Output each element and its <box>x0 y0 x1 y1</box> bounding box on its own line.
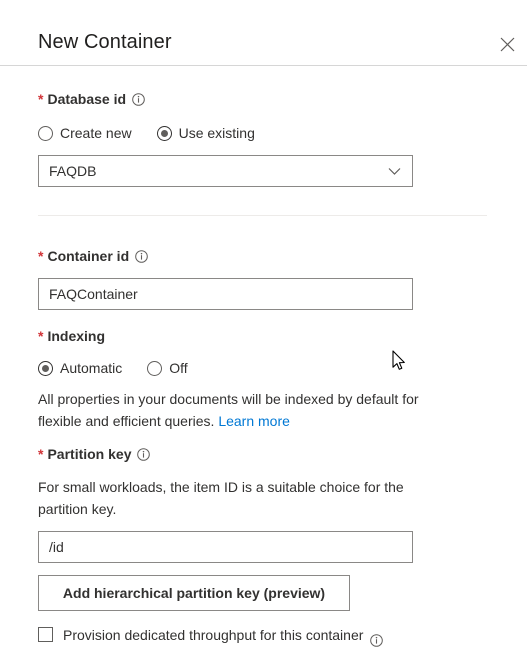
indexing-description-line2: flexible and efficient queries. <box>38 413 215 429</box>
container-id-input[interactable] <box>38 278 413 310</box>
info-circle-icon[interactable] <box>370 634 384 647</box>
info-circle-icon[interactable] <box>137 447 151 461</box>
radio-mark-automatic <box>38 360 53 376</box>
close-button[interactable] <box>492 29 522 59</box>
new-container-panel: New Container * Database id Create new U… <box>0 0 527 657</box>
panel-body: * Database id Create new Use existing FA… <box>0 66 527 657</box>
info-circle-icon[interactable] <box>132 92 145 106</box>
radio-label-automatic: Automatic <box>60 360 123 376</box>
container-id-label: * Container id <box>38 246 148 266</box>
radio-indexing-off[interactable]: Off <box>147 358 188 378</box>
partition-key-description-line1: For small workloads, the item ID is a su… <box>38 479 404 495</box>
radio-mark-use-existing <box>156 125 172 141</box>
indexing-label-text: Indexing <box>47 328 106 344</box>
indexing-description: All properties in your documents will be… <box>38 388 478 432</box>
section-divider <box>38 215 487 216</box>
required-asterisk: * <box>38 328 44 344</box>
partition-key-label-text: Partition key <box>47 446 132 462</box>
provision-throughput-row: Provision dedicated throughput for this … <box>38 625 384 647</box>
database-mode-radio-group: Create new Use existing <box>38 123 255 143</box>
radio-create-new[interactable]: Create new <box>38 123 132 143</box>
required-asterisk: * <box>38 248 44 264</box>
panel-header: New Container <box>0 0 527 66</box>
page-title: New Container <box>38 31 172 53</box>
partition-key-input[interactable] <box>38 531 413 563</box>
radio-indexing-automatic[interactable]: Automatic <box>38 358 122 378</box>
indexing-description-line1: All properties in your documents will be… <box>38 391 419 407</box>
indexing-radio-group: Automatic Off <box>38 358 188 378</box>
provision-throughput-label[interactable]: Provision dedicated throughput for this … <box>63 625 363 645</box>
provision-throughput-checkbox[interactable] <box>38 627 53 642</box>
indexing-label: * Indexing <box>38 326 105 346</box>
chevron-down-icon <box>388 167 412 176</box>
radio-label-create-new: Create new <box>60 125 132 141</box>
required-asterisk: * <box>38 91 44 107</box>
radio-mark-create-new <box>38 125 53 141</box>
radio-label-off: Off <box>169 360 188 376</box>
database-id-select[interactable]: FAQDB <box>38 155 413 187</box>
required-asterisk: * <box>38 446 44 462</box>
add-hierarchical-partition-key-button[interactable]: Add hierarchical partition key (preview) <box>38 575 350 611</box>
database-id-label-text: Database id <box>47 91 127 107</box>
partition-key-description: For small workloads, the item ID is a su… <box>38 476 478 520</box>
radio-label-use-existing: Use existing <box>178 125 255 141</box>
close-icon <box>500 37 515 52</box>
container-id-label-text: Container id <box>47 248 130 264</box>
learn-more-link[interactable]: Learn more <box>218 413 290 429</box>
radio-use-existing[interactable]: Use existing <box>156 123 255 143</box>
database-id-select-value: FAQDB <box>49 163 97 179</box>
radio-mark-off <box>147 360 163 376</box>
info-circle-icon[interactable] <box>135 249 148 263</box>
partition-key-label: * Partition key <box>38 444 151 464</box>
database-id-label: * Database id <box>38 89 145 109</box>
partition-key-description-line2: partition key. <box>38 501 117 517</box>
